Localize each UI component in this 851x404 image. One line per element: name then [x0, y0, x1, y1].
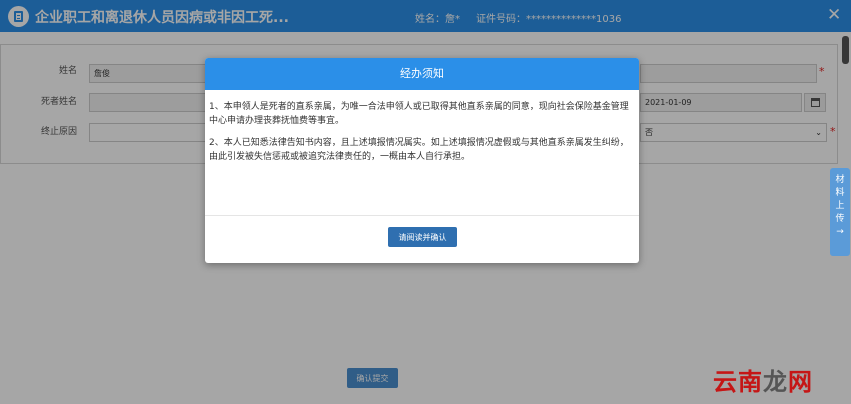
site-watermark: 云南龙网 [713, 362, 813, 397]
watermark-part-1: 云南 [713, 367, 763, 396]
notice-dialog: 经办须知 1、本申领人是死者的直系亲属，为唯一合法申领人或已取得其他直系亲属的同… [205, 58, 639, 263]
dialog-body: 1、本申领人是死者的直系亲属，为唯一合法申领人或已取得其他直系亲属的同意，现向社… [205, 90, 639, 216]
read-confirm-button[interactable]: 请阅读并确认 [388, 227, 457, 247]
watermark-part-2: 龙 [763, 368, 788, 396]
notice-paragraph-2: 2、本人已知悉法律告知书内容，且上述填报情况属实。如上述填报情况虚假或与其他直系… [209, 138, 629, 162]
notice-paragraph-1: 1、本申领人是死者的直系亲属，为唯一合法申领人或已取得其他直系亲属的同意，现向社… [209, 102, 629, 126]
watermark-part-3: 网 [788, 367, 813, 396]
upload-char-1: 材 [835, 175, 845, 185]
arrow-right-icon: → [836, 227, 844, 237]
upload-char-3: 上 [835, 201, 845, 211]
upload-materials-tab[interactable]: 材 料 上 传 → [830, 168, 850, 256]
upload-char-4: 传 [835, 214, 845, 224]
dialog-title: 经办须知 [205, 58, 639, 90]
upload-char-2: 料 [835, 188, 845, 198]
